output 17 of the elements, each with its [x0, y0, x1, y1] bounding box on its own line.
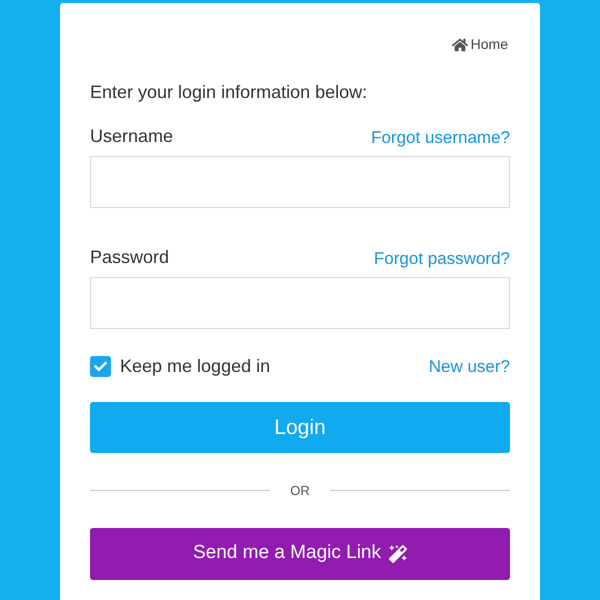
- magic-wand-icon: [389, 544, 407, 562]
- home-icon: [452, 36, 468, 52]
- field-label: Username: [90, 125, 174, 148]
- home-link[interactable]: Home: [452, 34, 508, 55]
- intro-text: Enter your login information below:: [90, 81, 368, 104]
- checkbox[interactable]: [90, 356, 111, 377]
- divider-text: OR: [289, 482, 311, 500]
- new-user-link[interactable]: New user?: [428, 354, 510, 380]
- text-field[interactable]: [90, 156, 510, 208]
- magic-link-button[interactable]: Send me a Magic Link: [90, 528, 510, 580]
- checkbox-label: Keep me logged in: [120, 355, 270, 378]
- field-label: Password: [90, 246, 170, 269]
- forgot-link[interactable]: Forgot password?: [374, 246, 510, 271]
- login-button[interactable]: Login: [90, 402, 510, 453]
- text-field[interactable]: [90, 277, 510, 329]
- forgot-link[interactable]: Forgot username?: [371, 124, 510, 150]
- check-icon: [94, 360, 107, 373]
